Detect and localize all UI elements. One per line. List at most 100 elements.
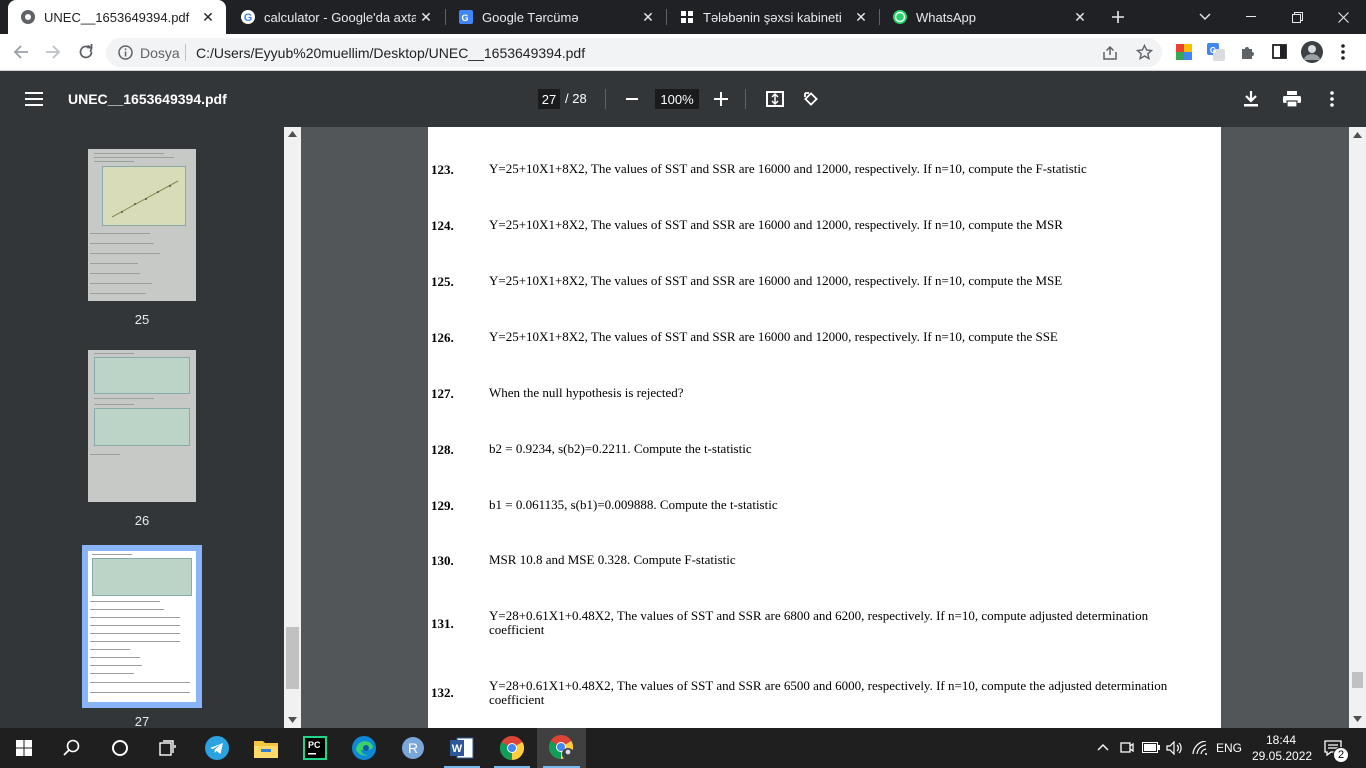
page-preview <box>88 149 196 301</box>
fit-page-button[interactable] <box>763 87 787 111</box>
file-explorer-app[interactable] <box>242 728 290 768</box>
zoom-level-input[interactable]: 100% <box>655 89 699 109</box>
question-number: 131. <box>431 616 454 631</box>
new-tab-button[interactable] <box>1096 0 1140 34</box>
sidebar-toggle-button[interactable] <box>22 87 46 111</box>
notification-center-button[interactable]: 2 <box>1318 728 1364 768</box>
thumbnail-sidebar: 25 26 27 <box>0 127 284 728</box>
start-button[interactable] <box>0 728 48 768</box>
input-language[interactable]: ENG <box>1216 741 1242 755</box>
extensions-puzzle-icon[interactable] <box>1240 44 1256 60</box>
chrome-icon <box>500 736 524 760</box>
r-app[interactable]: R <box>389 728 437 768</box>
page-preview <box>88 350 196 502</box>
page-number-input[interactable]: 27 <box>538 89 560 109</box>
question-number: 128. <box>431 442 454 457</box>
edge-app[interactable] <box>340 728 388 768</box>
hamburger-menu-icon <box>25 92 43 106</box>
zoom-in-button[interactable] <box>709 87 733 111</box>
close-tab-icon[interactable]: ✕ <box>638 7 658 27</box>
tab-whatsapp[interactable]: WhatsApp ✕ <box>880 0 1098 34</box>
print-button[interactable] <box>1280 87 1304 111</box>
thumbnail-page-26[interactable] <box>88 350 196 502</box>
url-text[interactable]: C:/Users/Eyyub%20muellim/Desktop/UNEC__1… <box>196 45 585 61</box>
more-actions-button[interactable] <box>1320 87 1344 111</box>
minimize-button[interactable] <box>1228 0 1274 34</box>
close-icon <box>1337 11 1349 23</box>
scroll-up-arrow-icon[interactable] <box>288 131 297 137</box>
chrome-profile-app[interactable] <box>537 728 586 768</box>
google-translate-icon: G <box>459 10 473 24</box>
menu-kebab-icon[interactable] <box>1341 44 1345 60</box>
cortana-button[interactable] <box>96 728 144 768</box>
close-window-button[interactable] <box>1320 0 1366 34</box>
volume-icon[interactable] <box>1166 741 1183 755</box>
scrollbar-thumb[interactable] <box>1352 672 1363 688</box>
battery-icon[interactable] <box>1142 742 1160 753</box>
svg-text:W: W <box>452 743 463 755</box>
task-view-button[interactable] <box>144 728 192 768</box>
share-icon[interactable] <box>1102 45 1118 61</box>
minimize-icon <box>1246 16 1256 17</box>
profile-avatar-icon[interactable] <box>1301 41 1323 63</box>
tab-google-search[interactable]: G calculator - Google'da axtarış ✕ <box>228 0 444 34</box>
side-panel-icon[interactable] <box>1272 44 1287 59</box>
question-number: 132. <box>431 685 454 700</box>
chevron-up-icon[interactable] <box>1097 743 1109 751</box>
extension-color-icon[interactable] <box>1176 44 1192 60</box>
thumbnail-page-25[interactable] <box>88 149 196 301</box>
close-tab-icon[interactable]: ✕ <box>851 7 871 27</box>
question-text: b2 = 0.9234, s(b2)=0.2211. Compute the t… <box>489 441 752 456</box>
close-tab-icon[interactable]: ✕ <box>416 7 436 27</box>
tab-student-cabinet[interactable]: Tələbənin şəxsi kabineti ✕ <box>667 0 879 34</box>
download-button[interactable] <box>1239 87 1263 111</box>
info-icon[interactable] <box>118 45 133 60</box>
word-app[interactable]: W <box>438 728 486 768</box>
back-button[interactable] <box>6 37 36 67</box>
edge-icon <box>352 736 376 760</box>
pdf-page: 123. Y=25+10X1+8X2, The values of SST an… <box>428 127 1221 728</box>
google-icon: G <box>241 10 255 24</box>
close-tab-icon[interactable]: ✕ <box>198 7 218 27</box>
question-number: 129. <box>431 498 454 513</box>
chrome-app[interactable] <box>488 728 536 768</box>
pycharm-app[interactable]: PC <box>291 728 339 768</box>
clock[interactable]: 18:44 29.05.2022 <box>1252 732 1312 764</box>
tab-google-translate[interactable]: G Google Tərcümə ✕ <box>446 0 666 34</box>
thumbnail-page-27[interactable] <box>82 545 202 708</box>
scroll-up-arrow-icon[interactable] <box>1353 132 1362 138</box>
sidebar-scrollbar[interactable] <box>284 127 301 728</box>
search-button[interactable] <box>48 728 96 768</box>
restore-button[interactable] <box>1274 0 1320 34</box>
address-bar-row: Dosya C:/Users/Eyyub%20muellim/Desktop/U… <box>0 34 1366 71</box>
viewer-scrollbar[interactable] <box>1349 127 1366 728</box>
telegram-app[interactable] <box>193 728 241 768</box>
clock-time: 18:44 <box>1265 733 1297 747</box>
omnibox[interactable]: Dosya C:/Users/Eyyub%20muellim/Desktop/U… <box>106 38 1162 67</box>
rotate-button[interactable] <box>799 87 823 111</box>
meet-now-icon[interactable] <box>1120 740 1134 756</box>
question-number: 124. <box>431 218 454 233</box>
forward-button[interactable] <box>38 37 68 67</box>
tab-search-button[interactable] <box>1182 0 1228 34</box>
zoom-out-button[interactable] <box>620 87 644 111</box>
scrollbar-thumb[interactable] <box>286 627 299 689</box>
reload-button[interactable] <box>71 37 101 67</box>
wifi-icon[interactable] <box>1192 741 1208 755</box>
divider <box>185 44 186 61</box>
tab-unec-pdf[interactable]: UNEC__1653649394.pdf ✕ <box>8 0 226 34</box>
tab-title: Tələbənin şəxsi kabineti <box>703 9 842 25</box>
reload-icon <box>79 44 93 59</box>
question-text: Y=25+10X1+8X2, The values of SST and SSR… <box>489 217 1063 232</box>
bookmark-star-icon[interactable] <box>1136 44 1153 61</box>
thumbnail-page-number: 26 <box>134 513 150 528</box>
start-icon <box>16 740 32 756</box>
scroll-down-arrow-icon[interactable] <box>1353 716 1362 722</box>
google-translate-extension-icon[interactable]: G <box>1207 43 1225 61</box>
question-number: 123. <box>431 162 454 177</box>
telegram-icon <box>205 736 229 760</box>
scroll-down-arrow-icon[interactable] <box>288 717 297 723</box>
close-tab-icon[interactable]: ✕ <box>1070 7 1090 27</box>
fit-to-page-icon <box>766 91 784 107</box>
question-number: 130. <box>431 553 454 568</box>
